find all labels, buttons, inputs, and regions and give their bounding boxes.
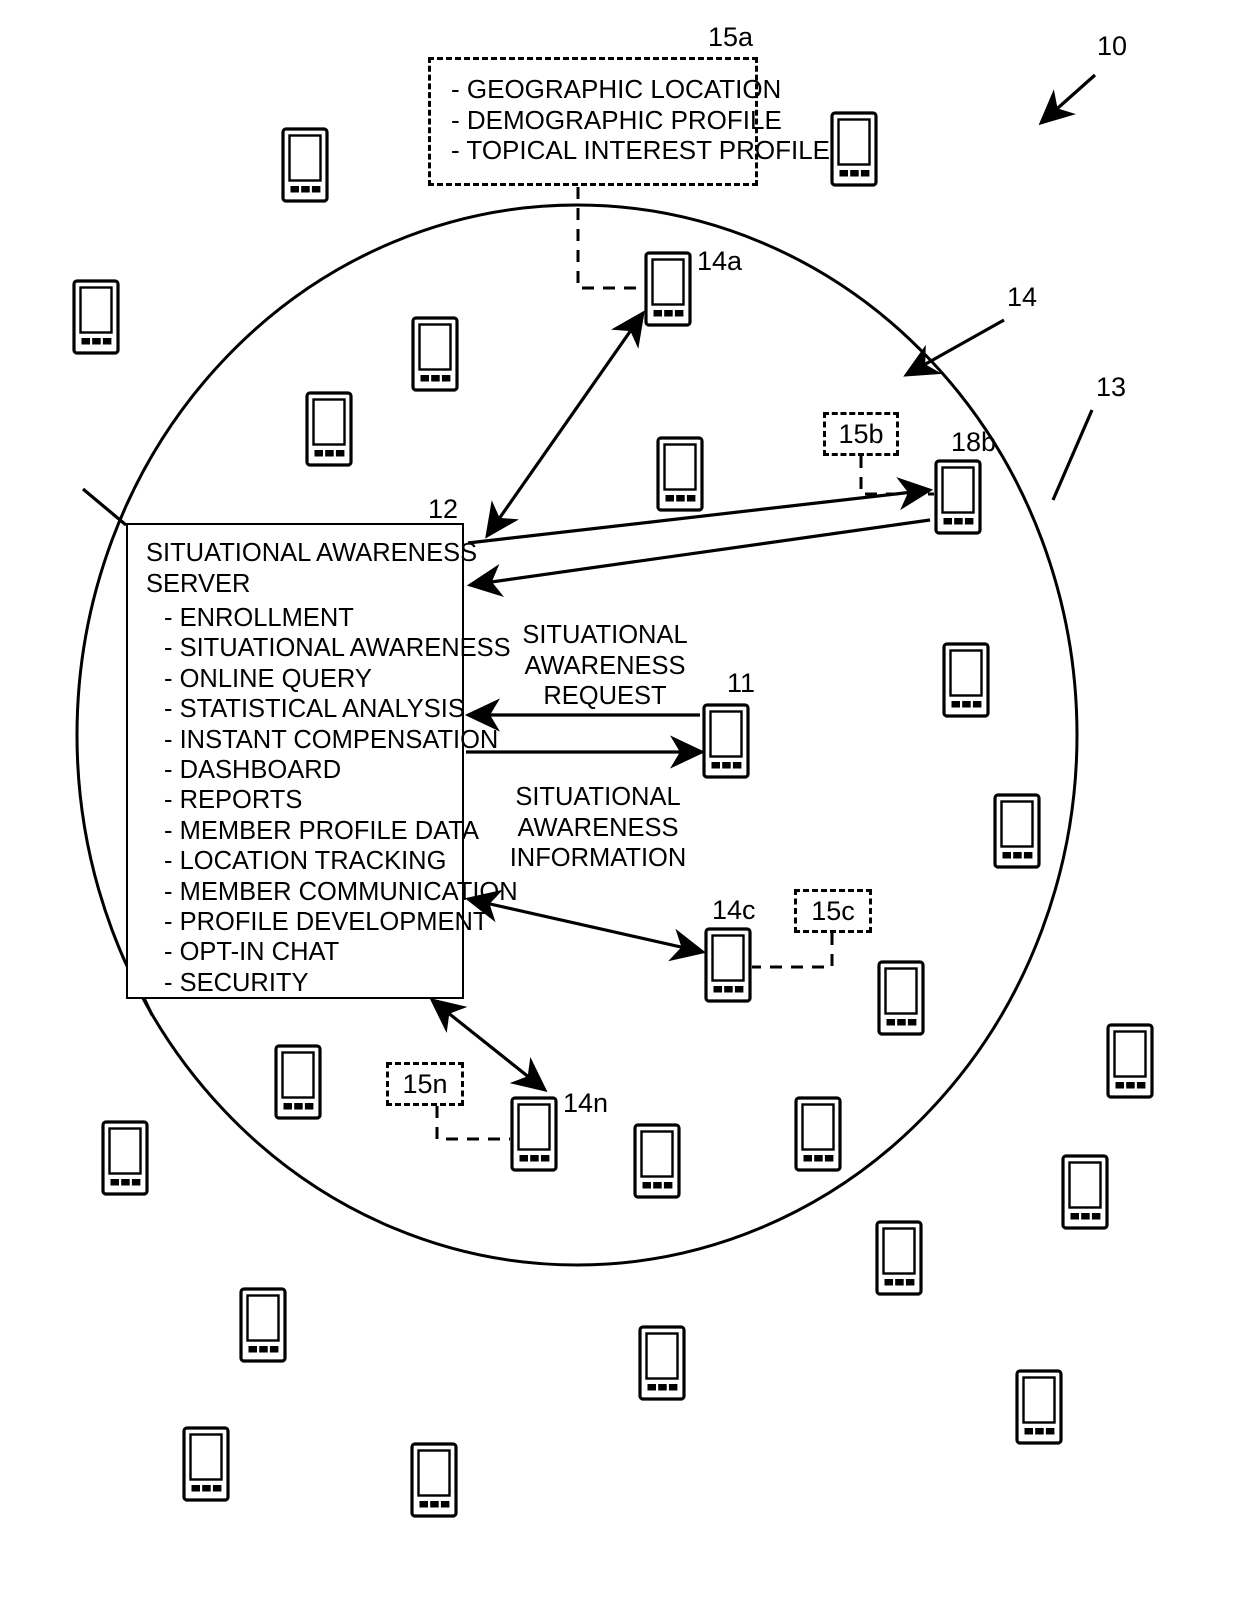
callout-13-leader — [1051, 409, 1094, 501]
server-function: - ONLINE QUERY — [164, 664, 372, 693]
server-function: - SECURITY — [164, 968, 309, 997]
connector-15b-to-18b — [859, 456, 934, 496]
server-function: - MEMBER PROFILE DATA — [164, 816, 480, 845]
label-11: 11 — [727, 668, 756, 698]
message-request-line3: REQUEST — [543, 682, 667, 710]
device-14n — [510, 1096, 558, 1172]
profile-box-15b: 15b — [823, 412, 899, 456]
figure-canvas: 15a - GEOGRAPHIC LOCATION - DEMOGRAPHIC … — [0, 0, 1240, 1624]
profile-box-15c: 15c — [794, 889, 872, 933]
server-function: - ENROLLMENT — [164, 604, 354, 632]
device-18b — [934, 459, 982, 535]
server-function: - OPT-IN CHAT — [164, 938, 340, 967]
server-title-line2: SERVER — [146, 570, 251, 598]
situational-awareness-server-box: SITUATIONAL AWARENESS SERVER - ENROLLMEN… — [126, 523, 518, 999]
connector-15n-to-14n — [435, 1106, 510, 1141]
arrow-18b-to-server — [466, 518, 931, 597]
server-function-list: - ENROLLMENT - SITUATIONAL AWARENESS - O… — [164, 603, 518, 998]
server-title-line1: SITUATIONAL AWARENESS — [146, 539, 478, 567]
server-title: SITUATIONAL AWARENESS SERVER — [146, 538, 477, 600]
message-request-line1: SITUATIONAL — [522, 621, 688, 649]
connector-15a-to-14a — [576, 187, 644, 290]
server-function: - DASHBOARD — [164, 756, 342, 785]
server-function: - PROFILE DEVELOPMENT — [164, 908, 489, 937]
server-function: - MEMBER COMMUNICATION — [164, 877, 518, 906]
device-14c — [704, 927, 752, 1003]
server-function: - SITUATIONAL AWARENESS — [164, 634, 511, 663]
message-information-line1: SITUATIONAL — [515, 783, 681, 811]
label-14: 14 — [1007, 282, 1038, 312]
callout-12-leader — [81, 487, 128, 527]
profile-box-15a: - GEOGRAPHIC LOCATION - DEMOGRAPHIC PROF… — [428, 57, 830, 186]
label-12: 12 — [428, 494, 459, 524]
device-14a — [644, 251, 692, 327]
label-13: 13 — [1096, 372, 1127, 402]
profile-item-2: - TOPICAL INTEREST PROFILE — [451, 135, 831, 165]
label-14n: 14n — [563, 1088, 609, 1118]
profile-box-15n-label: 15n — [402, 1068, 448, 1099]
profile-box-15a-items: - GEOGRAPHIC LOCATION - DEMOGRAPHIC PROF… — [451, 74, 830, 166]
server-function: - INSTANT COMPENSATION — [164, 725, 499, 754]
message-request: SITUATIONAL AWARENESS REQUEST — [510, 620, 700, 712]
profile-item-0: - GEOGRAPHIC LOCATION — [451, 74, 782, 104]
arrow-server-to-14a — [485, 310, 645, 539]
label-15a: 15a — [708, 22, 754, 52]
callout-14-leader — [903, 318, 1005, 377]
profile-item-1: - DEMOGRAPHIC PROFILE — [451, 104, 782, 135]
label-18b: 18b — [951, 427, 997, 457]
server-function: - LOCATION TRACKING — [164, 847, 447, 876]
message-information: SITUATIONAL AWARENESS INFORMATION — [498, 782, 698, 874]
label-14a: 14a — [697, 246, 743, 276]
server-function: - REPORTS — [164, 786, 303, 815]
profile-box-15c-label: 15c — [811, 895, 855, 926]
message-request-line2: AWARENESS — [524, 651, 686, 680]
label-14c: 14c — [712, 895, 756, 925]
server-function: - STATISTICAL ANALYSIS — [164, 695, 465, 724]
device-11 — [702, 703, 750, 779]
message-information-line3: INFORMATION — [509, 844, 687, 872]
connector-15c-to-14c — [752, 933, 834, 969]
message-information-line2: AWARENESS — [517, 813, 679, 842]
profile-box-15n: 15n — [386, 1062, 464, 1106]
callout-10-leader — [1038, 73, 1097, 126]
profile-box-15b-label: 15b — [838, 418, 884, 449]
label-10: 10 — [1097, 31, 1128, 61]
